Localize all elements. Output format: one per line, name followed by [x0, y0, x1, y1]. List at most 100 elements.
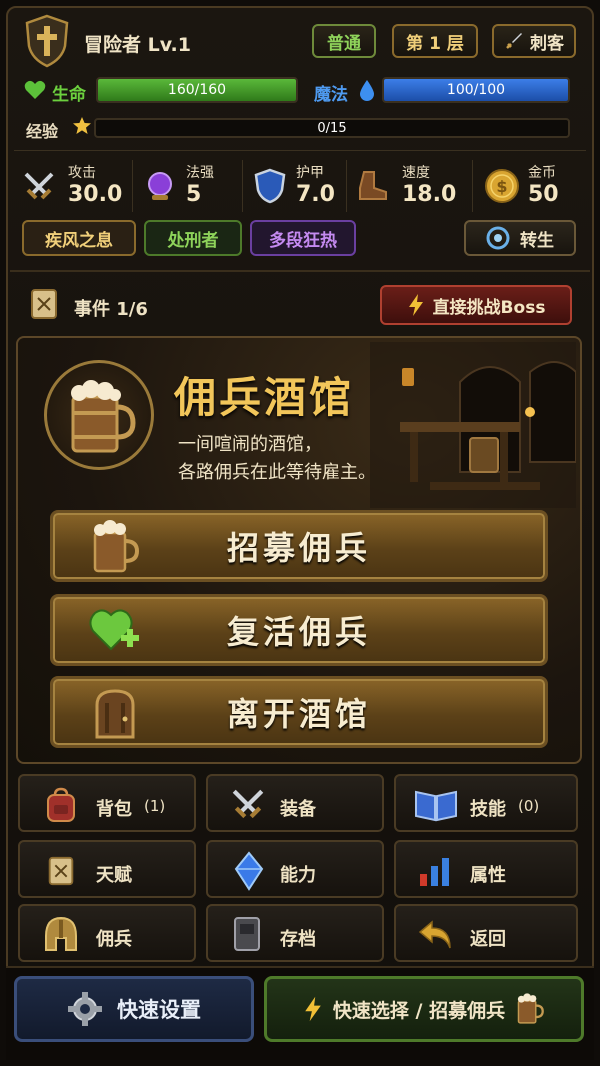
stat-armor-label: 护甲 [296, 165, 324, 181]
skills-button[interactable]: 技能 (0) [394, 774, 578, 832]
stat-divider [472, 160, 473, 212]
lightning-icon [408, 294, 423, 316]
mp-text: 100/100 [446, 82, 506, 98]
crystal-icon [234, 851, 264, 891]
save-label: 存档 [280, 929, 316, 950]
spellbook-icon [415, 790, 457, 822]
xp-text: 0/15 [317, 120, 347, 136]
dagger-icon [506, 33, 522, 49]
talent-button[interactable]: 天赋 [18, 840, 196, 898]
floor-button[interactable]: 第 1 层 [392, 24, 478, 58]
class-button[interactable]: 刺客 [492, 24, 576, 58]
stat-armor-value: 7.0 [296, 182, 335, 207]
floor-label: 第 1 层 [406, 33, 464, 54]
return-label: 返回 [470, 929, 506, 950]
skills-label: 技能 [470, 799, 506, 820]
equipment-button[interactable]: 装备 [206, 774, 384, 832]
equipment-label: 装备 [280, 799, 316, 820]
backpack-label: 背包 [96, 799, 132, 820]
trait-tag[interactable]: 疾风之息 [22, 220, 136, 256]
save-book-icon [234, 917, 260, 951]
shield-icon [254, 168, 286, 204]
crossed-swords-icon [232, 789, 264, 819]
mercenary-label: 佣兵 [96, 929, 132, 950]
mp-label: 魔法 [314, 85, 348, 105]
bar-chart-icon [420, 858, 449, 886]
mercenary-button[interactable]: 佣兵 [18, 904, 196, 962]
header-divider [14, 150, 586, 151]
hp-label: 生命 [52, 85, 86, 105]
scroll-icon [48, 856, 74, 886]
return-arrow-icon [418, 920, 451, 949]
attributes-button[interactable]: 属性 [394, 840, 578, 898]
trait-tag[interactable]: 处刑者 [144, 220, 242, 256]
quick-settings-button[interactable]: 快速设置 [14, 976, 254, 1042]
section-divider [10, 270, 590, 272]
rebirth-button[interactable]: 转生 [464, 220, 576, 256]
beer-mug-icon [517, 993, 544, 1024]
helmet-icon [45, 916, 77, 951]
mp-bar: 100/100 [382, 77, 570, 103]
return-button[interactable]: 返回 [394, 904, 578, 962]
event-counter: 事件 1/6 [74, 299, 148, 320]
trait-label: 处刑者 [167, 230, 219, 251]
svg-text:$: $ [496, 177, 507, 196]
quick-recruit-button[interactable]: 快速选择 / 招募佣兵 [264, 976, 584, 1042]
recruit-label: 招募佣兵 [226, 529, 371, 567]
stat-speed-label: 速度 [402, 165, 430, 181]
class-emblem [24, 14, 70, 68]
stat-speed-value: 18.0 [402, 182, 457, 207]
stat-attack-label: 攻击 [68, 165, 96, 181]
hp-text: 160/160 [167, 82, 227, 98]
backpack-icon [47, 787, 75, 822]
beer-mug-icon [93, 520, 140, 573]
talent-label: 天赋 [96, 865, 132, 886]
beer-mug-icon [71, 380, 136, 453]
stat-speed: 速度 18.0 [356, 160, 466, 210]
revive-mercenary-button[interactable]: 复活佣兵 [50, 594, 548, 666]
stat-magic-value: 5 [186, 182, 202, 207]
stat-magic-power: 法强 5 [144, 160, 244, 210]
stat-divider [132, 160, 133, 212]
class-label: 刺客 [530, 33, 564, 54]
lightning-icon [305, 996, 321, 1022]
stat-gold: $ 金币 50 [484, 160, 584, 210]
heart-icon [24, 80, 46, 100]
magic-orb-icon [148, 172, 172, 200]
shield-cross-icon [25, 14, 69, 68]
crossed-swords-icon [24, 172, 54, 200]
stat-attack: 攻击 30.0 [22, 160, 134, 210]
difficulty-label: 普通 [327, 33, 361, 54]
quick-recruit-label: 快速选择 / 招募佣兵 [332, 999, 506, 1022]
rebirth-label: 转生 [520, 230, 554, 251]
heart-plus-icon [89, 609, 139, 651]
water-drop-icon [358, 79, 376, 101]
recruit-mercenary-button[interactable]: 招募佣兵 [50, 510, 548, 582]
stat-divider [346, 160, 347, 212]
xp-bar: 0/15 [94, 118, 570, 138]
tavern-title: 佣兵酒馆 [174, 373, 355, 422]
rebirth-portal-icon [486, 226, 510, 250]
difficulty-button[interactable]: 普通 [312, 24, 376, 58]
save-button[interactable]: 存档 [206, 904, 384, 962]
gold-coin-icon: $ [485, 169, 519, 203]
gear-icon [68, 992, 102, 1026]
stat-gold-value: 50 [528, 182, 559, 207]
hp-bar: 160/160 [96, 77, 298, 103]
backpack-count: (1) [144, 797, 166, 815]
boot-icon [359, 171, 387, 200]
challenge-boss-button[interactable]: 直接挑战Boss [380, 285, 572, 325]
quick-settings-label: 快速设置 [117, 998, 201, 1022]
player-title: 冒险者 Lv.1 [84, 34, 191, 56]
ability-button[interactable]: 能力 [206, 840, 384, 898]
trait-label: 多段狂热 [269, 230, 337, 251]
backpack-button[interactable]: 背包 (1) [18, 774, 196, 832]
leave-label: 离开酒馆 [226, 695, 371, 733]
ability-label: 能力 [280, 865, 316, 886]
stat-magic-label: 法强 [186, 165, 214, 181]
star-icon [72, 116, 92, 136]
revive-label: 复活佣兵 [226, 613, 371, 651]
leave-tavern-button[interactable]: 离开酒馆 [50, 676, 548, 748]
event-scroll-icon [31, 289, 57, 319]
trait-tag[interactable]: 多段狂热 [250, 220, 356, 256]
